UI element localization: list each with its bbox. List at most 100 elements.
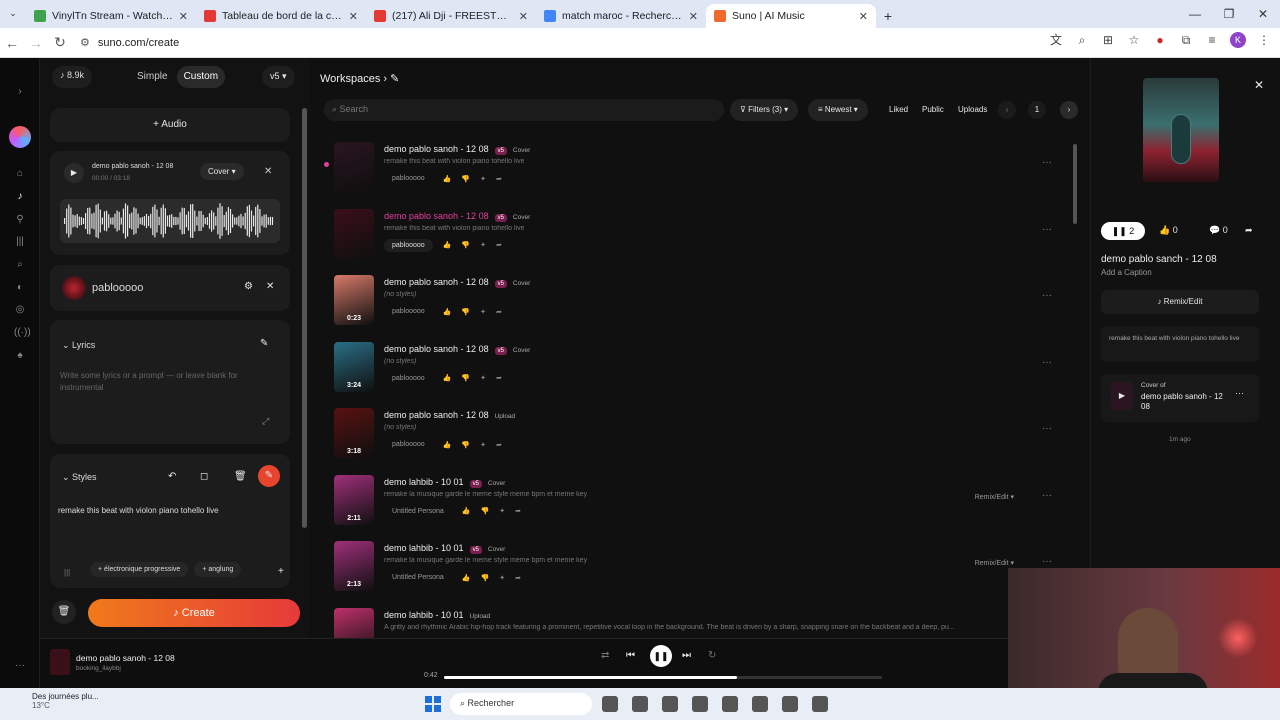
dislike-icon[interactable]: 👎: [461, 175, 470, 183]
song-title[interactable]: demo pablo sanoh - 12 08 Upload: [384, 410, 515, 420]
prev-page-button[interactable]: ‹: [998, 101, 1016, 119]
song-thumbnail[interactable]: [334, 208, 374, 259]
forward-icon[interactable]: →: [24, 35, 48, 51]
menu-icon[interactable]: ⋮: [1256, 32, 1272, 48]
pin-icon[interactable]: ✦: [480, 241, 486, 249]
share-icon[interactable]: ➦: [496, 308, 502, 316]
suno-logo[interactable]: [9, 126, 31, 148]
detail-remix-button[interactable]: ♪ Remix/Edit: [1101, 290, 1259, 314]
profile-avatar[interactable]: K: [1230, 32, 1246, 48]
share-icon[interactable]: ➦: [496, 241, 502, 249]
mode-custom-button[interactable]: Custom: [176, 66, 226, 88]
song-more-icon[interactable]: ···: [1036, 154, 1058, 176]
styles-toggle[interactable]: ⌄ Styles: [62, 472, 97, 483]
song-more-icon[interactable]: ···: [1036, 487, 1058, 509]
song-row[interactable]: 3:24 demo pablo sanoh - 12 08 v5 Cover (no s…: [326, 338, 1066, 400]
more-icon[interactable]: ···: [14, 660, 26, 672]
filters-button[interactable]: ⊽ Filters (3) ▾: [730, 99, 799, 121]
song-row[interactable]: demo pablo sanoh - 12 08 v5 Cover remake th…: [326, 205, 1066, 267]
dislike-icon[interactable]: 👎: [480, 507, 489, 515]
tab-close-icon[interactable]: ✕: [349, 10, 358, 23]
minimize-button[interactable]: —: [1178, 0, 1212, 28]
song-user[interactable]: pablooooo: [384, 238, 433, 252]
song-more-icon[interactable]: ···: [1036, 354, 1058, 376]
scrollbar-mid[interactable]: [1073, 144, 1077, 224]
style-chip[interactable]: + anglung: [194, 562, 242, 577]
new-tab-button[interactable]: +: [876, 4, 900, 28]
song-more-icon[interactable]: ···: [1036, 420, 1058, 442]
back-icon[interactable]: ←: [0, 35, 24, 51]
like-icon[interactable]: 👍: [443, 441, 452, 449]
notifications-icon[interactable]: ♠: [14, 350, 26, 362]
song-thumbnail[interactable]: 2:11: [334, 474, 374, 525]
song-title[interactable]: demo lahbib - 10 01 v5 Cover: [384, 543, 505, 554]
mode-simple-button[interactable]: Simple: [130, 66, 175, 88]
pin-icon[interactable]: ✦: [499, 507, 505, 515]
tab-search-icon[interactable]: ⌄: [6, 6, 20, 20]
create-icon[interactable]: ♪: [14, 191, 26, 203]
pin-icon[interactable]: ✦: [480, 308, 486, 316]
player-thumb[interactable]: [50, 649, 70, 675]
styles-undo-icon[interactable]: ↶: [168, 471, 176, 482]
dislike-icon[interactable]: 👎: [461, 308, 470, 316]
audio-mode-select[interactable]: Cover ▾: [200, 163, 244, 180]
version-select[interactable]: v5 ▾: [262, 66, 295, 88]
taskbar-search[interactable]: ⌕ Rechercher: [450, 693, 592, 715]
chrome-icon[interactable]: [782, 696, 798, 712]
maximize-button[interactable]: ❐: [1212, 0, 1246, 28]
song-thumbnail[interactable]: 0:23: [334, 275, 374, 325]
app-icon[interactable]: [662, 696, 678, 712]
style-chip-add-icon[interactable]: +: [278, 566, 284, 577]
cover-of-thumb[interactable]: ▶: [1111, 382, 1133, 410]
tab-close-icon[interactable]: ✕: [519, 10, 528, 23]
breadcrumb[interactable]: Workspaces › ✎: [320, 72, 399, 85]
tab-close-icon[interactable]: ✕: [859, 10, 868, 23]
song-row[interactable]: 3:18 demo pablo sanoh - 12 08 Upload (no st…: [326, 404, 1066, 466]
share-icon[interactable]: ➦: [496, 175, 502, 183]
hooks-icon[interactable]: ◐: [14, 282, 26, 294]
home-icon[interactable]: ⌂: [14, 168, 26, 180]
radio-icon[interactable]: ((·)): [14, 327, 31, 339]
styles-magic-button[interactable]: ✎: [258, 465, 280, 487]
repeat-icon[interactable]: ↻: [708, 650, 716, 661]
previous-icon[interactable]: ⏮: [626, 650, 635, 661]
lyrics-wand-icon[interactable]: ✎: [260, 338, 268, 349]
browser-tab[interactable]: VinylTn Stream - Watch Live on ✕: [26, 4, 196, 28]
song-row[interactable]: 2:13 demo lahbib - 10 01 v5 Cover remake la …: [326, 537, 1066, 599]
song-user[interactable]: Untitled Persona: [384, 505, 452, 518]
uploads-filter[interactable]: Uploads: [958, 105, 987, 114]
like-icon[interactable]: 👍: [462, 507, 471, 515]
reload-icon[interactable]: ↻: [48, 34, 72, 51]
obs-icon[interactable]: [812, 696, 828, 712]
folder-icon[interactable]: [632, 696, 648, 712]
page-number[interactable]: 1: [1028, 101, 1046, 119]
tab-close-icon[interactable]: ✕: [689, 10, 698, 23]
dislike-icon[interactable]: 👎: [461, 374, 470, 382]
song-user[interactable]: pablooooo: [384, 305, 433, 318]
file-explorer-icon[interactable]: [602, 696, 618, 712]
song-user[interactable]: pablooooo: [384, 372, 433, 385]
media-icon[interactable]: ≡: [1204, 32, 1220, 48]
song-title[interactable]: demo pablo sanoh - 12 08 v5 Cover: [384, 144, 530, 155]
browser-tab[interactable]: Tableau de bord de la chaîne - Y ✕: [196, 4, 366, 28]
styles-delete-icon[interactable]: 🗑: [234, 471, 247, 482]
song-user[interactable]: pablooooo: [384, 172, 433, 185]
song-thumbnail[interactable]: 3:18: [334, 408, 374, 458]
song-row[interactable]: 2:11 demo lahbib - 10 01 v5 Cover remake la …: [326, 471, 1066, 533]
progress-track[interactable]: [444, 676, 882, 679]
create-button[interactable]: ♪ Create: [88, 599, 300, 627]
like-icon[interactable]: 👍: [443, 374, 452, 382]
weather-widget[interactable]: Des journées plu... 13°C: [12, 692, 99, 710]
bookmark-star-icon[interactable]: ☆: [1126, 32, 1142, 48]
like-icon[interactable]: 👍: [443, 175, 452, 183]
start-icon[interactable]: [425, 696, 441, 712]
clear-form-button[interactable]: 🗑: [52, 600, 76, 624]
share-icon[interactable]: ➦: [1245, 225, 1253, 236]
share-icon[interactable]: ➦: [515, 507, 521, 515]
search-input[interactable]: ⌕ Search: [324, 99, 724, 121]
style-chip[interactable]: + électronique progressive: [90, 562, 189, 577]
studio-icon[interactable]: ⚲: [14, 214, 26, 226]
share-icon[interactable]: ➦: [496, 374, 502, 382]
song-title[interactable]: demo lahbib - 10 01 Upload: [384, 610, 490, 620]
browser-tab[interactable]: (217) Ali Dji - FREESTYLE 3 | SAI ✕: [366, 4, 536, 28]
